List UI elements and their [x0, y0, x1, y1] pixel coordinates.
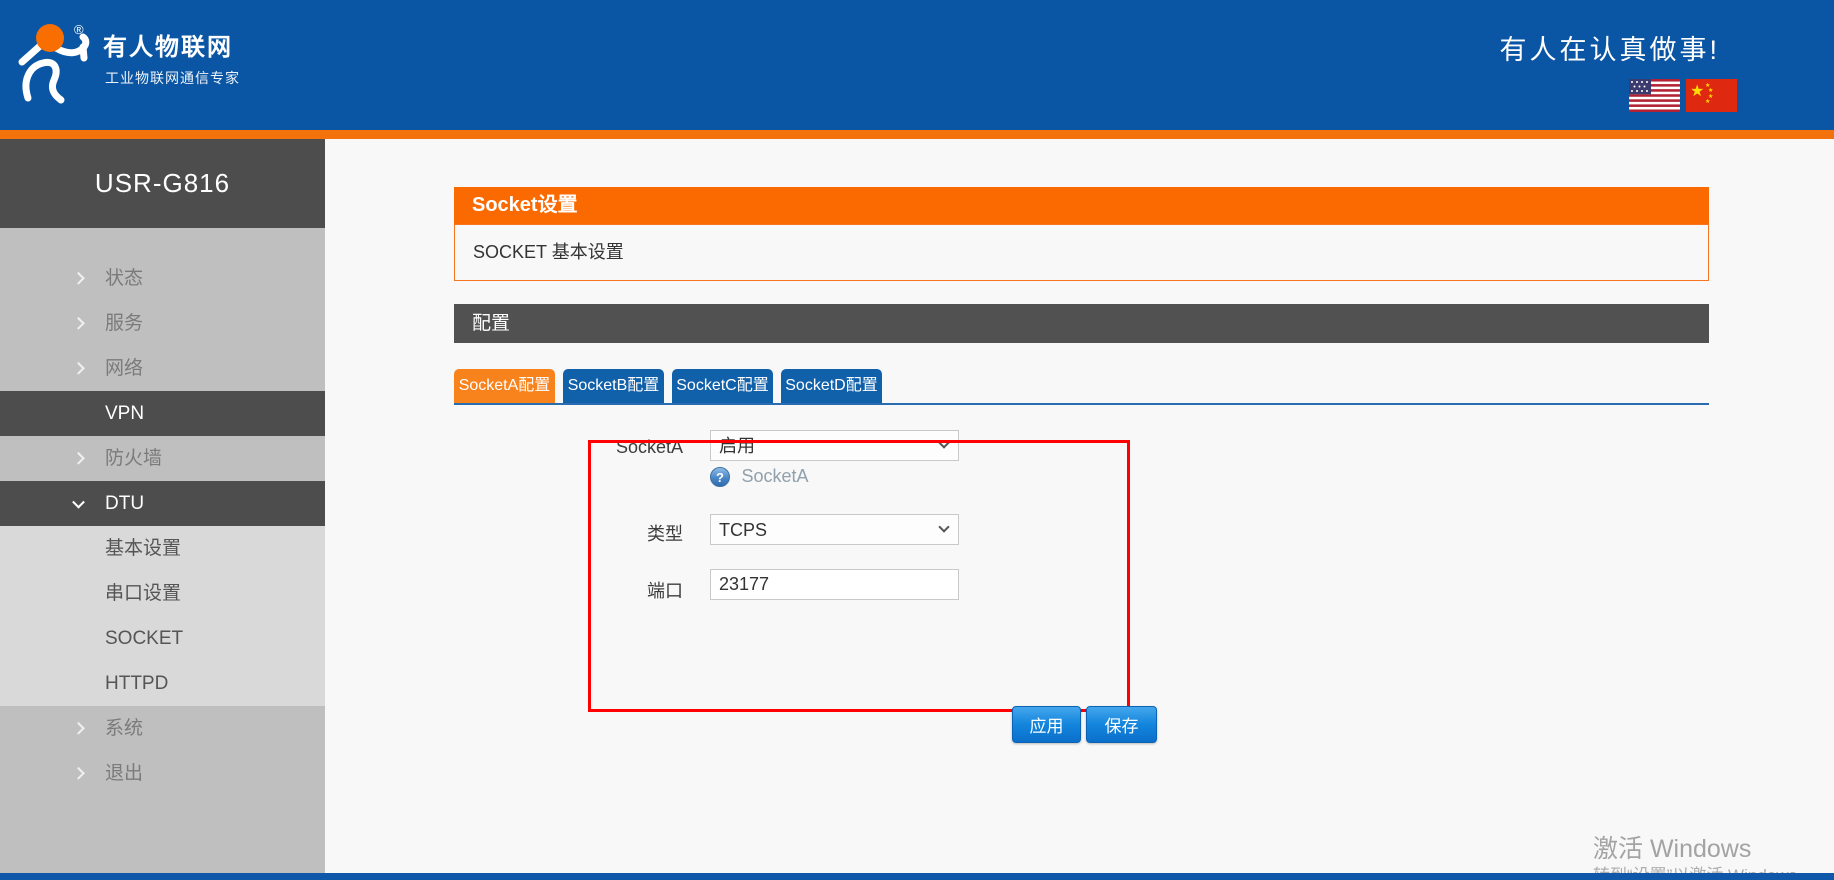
- port-label: 端口: [647, 581, 683, 601]
- sidebar-item-label: 网络: [105, 358, 144, 379]
- port-input[interactable]: [710, 569, 959, 600]
- registered-mark: ®: [74, 22, 84, 37]
- tab-socketc[interactable]: SocketC配置: [672, 369, 773, 403]
- sidebar-item-service[interactable]: 服务: [0, 301, 325, 346]
- help-icon[interactable]: ?: [710, 466, 730, 487]
- chevron-right-icon: [72, 721, 85, 735]
- logo-title: 有人物联网: [103, 34, 233, 61]
- sidebar-item-network[interactable]: 网络: [0, 346, 325, 391]
- sidebar-item-label: 状态: [105, 268, 144, 289]
- logo-subtitle: 工业物联网通信专家: [105, 70, 240, 86]
- sidebar-item-label: 系统: [105, 718, 144, 739]
- chevron-right-icon: [72, 766, 85, 780]
- sidebar-item-status[interactable]: 状态: [0, 256, 325, 301]
- svg-text:★: ★: [1705, 98, 1710, 105]
- page: ® 有人物联网 工业物联网通信专家 有人在认真做事! ★ ★ ★ ★ ★ USR…: [0, 0, 1834, 880]
- sidebar-item-serial-settings[interactable]: 串口设置: [0, 571, 325, 616]
- sidebar-item-label: HTTPD: [105, 673, 169, 694]
- sidebar-item-label: DTU: [105, 493, 145, 514]
- sidebar-item-vpn[interactable]: VPN: [0, 391, 325, 436]
- socket-tabs: SocketA配置 SocketB配置 SocketC配置 SocketD配置: [454, 369, 890, 403]
- sidebar-item-logout[interactable]: 退出: [0, 751, 325, 796]
- tab-socketb[interactable]: SocketB配置: [563, 369, 664, 403]
- sidebar-item-socket[interactable]: SOCKET: [0, 616, 325, 661]
- tab-socketa[interactable]: SocketA配置: [454, 369, 555, 403]
- socketa-enable-select[interactable]: 启用: [710, 430, 959, 461]
- sidebar-item-label: 退出: [105, 763, 144, 784]
- page-title: Socket设置: [454, 187, 1709, 224]
- chevron-right-icon: [72, 451, 85, 465]
- sidebar-dtu-submenu: 基本设置 串口设置 SOCKET HTTPD: [0, 526, 325, 706]
- sidebar-item-label: 基本设置: [105, 538, 182, 559]
- socketa-enable-control: 启用: [710, 430, 959, 461]
- sidebar-item-label: 服务: [105, 313, 144, 334]
- tab-socketd[interactable]: SocketD配置: [781, 369, 882, 403]
- type-select[interactable]: TCPS: [710, 514, 959, 545]
- header-accent-stripe: [0, 130, 1834, 139]
- page-subtitle: SOCKET 基本设置: [454, 224, 1709, 281]
- sidebar: USR-G816 状态 服务 网络 VPN 防火墙 DTU 基本设置 串口设置 …: [0, 139, 325, 880]
- usr-logo-icon: ®: [18, 22, 90, 104]
- config-section-title: 配置: [454, 304, 1709, 343]
- sidebar-item-dtu[interactable]: DTU: [0, 481, 325, 526]
- sidebar-item-label: VPN: [105, 403, 145, 424]
- china-flag-icon[interactable]: ★ ★ ★ ★ ★: [1686, 79, 1737, 112]
- chevron-right-icon: [72, 271, 85, 285]
- us-flag-icon[interactable]: [1629, 79, 1680, 112]
- chevron-right-icon: [72, 361, 85, 375]
- sidebar-item-httpd[interactable]: HTTPD: [0, 661, 325, 706]
- port-control: [710, 569, 959, 600]
- type-label: 类型: [647, 524, 683, 544]
- socketa-enable-label: SocketA: [615, 437, 683, 457]
- sidebar-item-label: 防火墙: [105, 448, 163, 469]
- chevron-down-icon: [72, 495, 85, 509]
- bottom-blue-bar: [0, 873, 1834, 880]
- sidebar-item-label: SOCKET: [105, 628, 184, 649]
- device-name: USR-G816: [0, 139, 325, 228]
- apply-button[interactable]: 应用: [1012, 706, 1081, 743]
- socketa-help-text: SocketA: [741, 466, 809, 486]
- socketa-help-row: ? SocketA: [710, 466, 809, 488]
- type-control: TCPS: [710, 514, 959, 545]
- sidebar-item-system[interactable]: 系统: [0, 706, 325, 751]
- sidebar-item-label: 串口设置: [105, 583, 182, 604]
- activate-windows-watermark: 激活 Windows: [1593, 835, 1752, 863]
- header-slogan: 有人在认真做事!: [1499, 35, 1720, 65]
- sidebar-menu: 状态 服务 网络 VPN 防火墙 DTU 基本设置 串口设置 SOCKET HT…: [0, 228, 325, 796]
- svg-text:★: ★: [1690, 83, 1704, 100]
- sidebar-item-basic-settings[interactable]: 基本设置: [0, 526, 325, 571]
- sidebar-item-firewall[interactable]: 防火墙: [0, 436, 325, 481]
- tab-underline: [454, 403, 1709, 405]
- chevron-right-icon: [72, 316, 85, 330]
- svg-text:★: ★: [1708, 87, 1713, 94]
- save-button[interactable]: 保存: [1086, 706, 1157, 743]
- top-header: ® 有人物联网 工业物联网通信专家 有人在认真做事! ★ ★ ★ ★ ★: [0, 0, 1834, 130]
